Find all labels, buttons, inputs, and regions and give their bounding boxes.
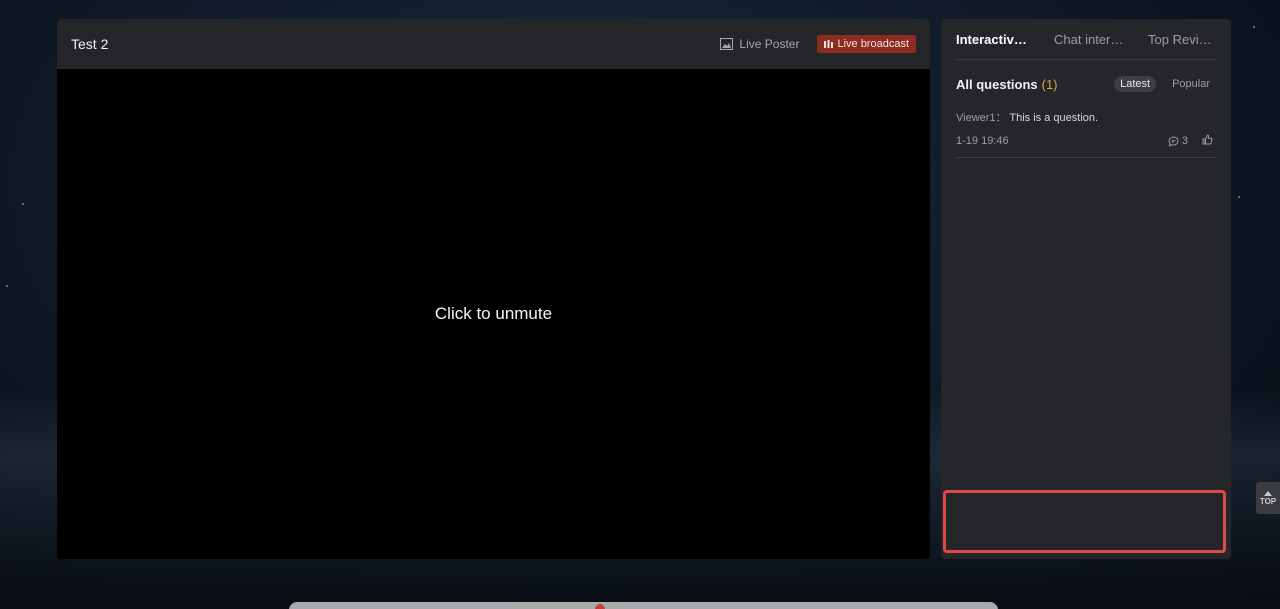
live-broadcast-label: Live broadcast xyxy=(837,38,909,50)
player-header: Test 2 Live Poster Live broadcast xyxy=(57,19,930,69)
unmute-button[interactable]: Click to unmute xyxy=(435,304,552,324)
header-actions: Live Poster Live broadcast xyxy=(720,35,916,53)
reply-button[interactable]: 3 xyxy=(1168,135,1188,147)
bottom-toolbar[interactable] xyxy=(289,602,998,609)
star xyxy=(22,203,24,205)
video-area[interactable]: Click to unmute xyxy=(57,69,930,559)
live-poster-button[interactable]: Live Poster xyxy=(720,37,799,51)
star xyxy=(1238,196,1240,198)
live-broadcast-button[interactable]: Live broadcast xyxy=(817,35,916,53)
like-button[interactable] xyxy=(1202,134,1213,148)
live-poster-label: Live Poster xyxy=(739,37,800,51)
question-input-box[interactable] xyxy=(943,490,1226,553)
questions-count: (1) xyxy=(1041,76,1058,92)
question-text: This is a question. xyxy=(1009,112,1099,124)
interaction-panel: Interactive Q&A Chat interaction Top Rev… xyxy=(941,19,1231,559)
bar-chart-icon xyxy=(824,40,834,48)
question-user: Viewer1： xyxy=(956,112,1007,124)
questions-header: All questions (1) Latest Popular xyxy=(956,74,1216,94)
arrow-up-icon xyxy=(1264,490,1272,496)
sort-popular-button[interactable]: Popular xyxy=(1166,76,1216,92)
thumbs-up-icon xyxy=(1202,134,1213,145)
tab-chat-interaction[interactable]: Chat interaction xyxy=(1054,32,1126,47)
star xyxy=(6,285,8,287)
questions-title-text: All questions xyxy=(956,76,1038,92)
record-indicator xyxy=(595,604,605,609)
question-line: Viewer1： This is a question. xyxy=(956,109,1216,125)
question-actions: 3 xyxy=(1168,134,1216,148)
video-player: Test 2 Live Poster Live broadcast Click … xyxy=(57,19,930,559)
image-icon xyxy=(720,38,734,50)
page-title: Test 2 xyxy=(71,36,109,52)
tab-top-reviews[interactable]: Top Reviews xyxy=(1148,32,1216,47)
question-time: 1-19 19:46 xyxy=(956,135,1009,147)
comment-icon xyxy=(1168,135,1179,147)
back-to-top-label: TOP xyxy=(1259,496,1277,506)
tab-interactive-qa[interactable]: Interactive Q&A xyxy=(956,32,1032,47)
sort-options: Latest Popular xyxy=(1114,76,1216,92)
question-item: Viewer1： This is a question. 1-19 19:46 … xyxy=(956,109,1216,158)
back-to-top-button[interactable]: TOP xyxy=(1256,482,1280,514)
reply-count: 3 xyxy=(1181,135,1188,147)
panel-tabs: Interactive Q&A Chat interaction Top Rev… xyxy=(956,19,1216,60)
star xyxy=(1253,26,1255,28)
question-meta: 1-19 19:46 3 xyxy=(956,134,1216,148)
questions-title: All questions (1) xyxy=(956,77,1058,92)
sort-latest-button[interactable]: Latest xyxy=(1114,76,1157,92)
